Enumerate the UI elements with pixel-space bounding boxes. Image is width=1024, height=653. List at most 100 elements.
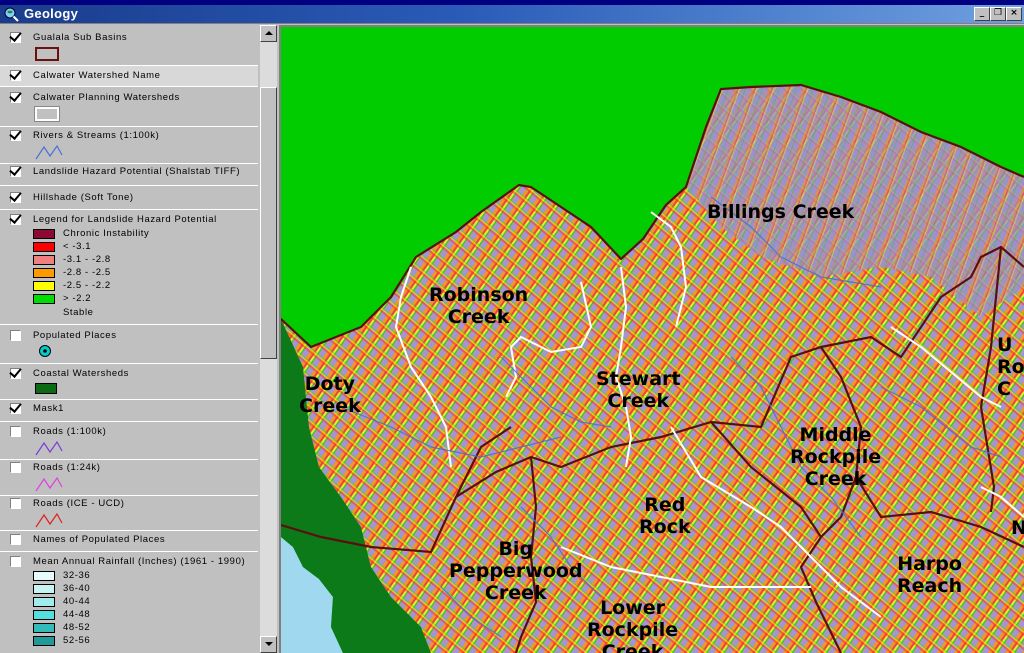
divider [0, 163, 258, 164]
map-label: Stewart Creek [596, 368, 681, 412]
legend-label: -2.5 - -2.2 [63, 280, 111, 291]
legend-label: 48-52 [63, 622, 91, 633]
layer-checkbox[interactable] [10, 32, 21, 43]
window-titlebar[interactable]: Geology _ ❐ × [0, 0, 1024, 24]
layer-checkbox[interactable] [10, 130, 21, 141]
map-label: N [1011, 517, 1024, 539]
line-symbol [35, 512, 63, 528]
legend-label: Stable [63, 307, 94, 318]
legend-label: 32-36 [63, 570, 91, 581]
scroll-thumb[interactable] [260, 87, 277, 359]
point-symbol [39, 345, 51, 357]
layer-label: Legend for Landslide Hazard Potential [33, 214, 217, 225]
legend-swatch [33, 610, 55, 620]
legend-swatch [33, 268, 55, 278]
divider [0, 185, 258, 186]
layer-checkbox[interactable] [10, 214, 21, 225]
layer-label: Calwater Planning Watersheds [33, 92, 180, 103]
legend-label: < -3.1 [63, 241, 92, 252]
line-symbol [35, 476, 63, 492]
divider [0, 209, 258, 210]
legend-label: -2.8 - -2.5 [63, 267, 111, 278]
layer-label: Gualala Sub Basins [33, 32, 128, 43]
line-symbol [35, 144, 63, 160]
scroll-down-button[interactable] [260, 636, 277, 653]
legend-swatch [33, 294, 55, 304]
polygon-outline-symbol [34, 106, 60, 122]
layer-label: Hillshade (Soft Tone) [33, 192, 134, 203]
map-label: Middle Rockpile Creek [790, 424, 882, 490]
layer-label: Rivers & Streams (1:100k) [33, 130, 160, 141]
legend-swatch [33, 623, 55, 633]
divider [0, 86, 258, 87]
divider [0, 126, 258, 127]
layer-list[interactable]: Gualala Sub Basins Calwater Watershed Na… [0, 25, 260, 653]
layer-label: Names of Populated Places [33, 534, 166, 545]
layer-label: Calwater Watershed Name [33, 70, 161, 81]
layer-label: Roads (ICE - UCD) [33, 498, 125, 509]
globe-magnifier-icon [4, 7, 19, 22]
divider [0, 363, 258, 364]
layer-label: Coastal Watersheds [33, 368, 129, 379]
layer-checkbox[interactable] [10, 534, 21, 545]
chevron-up-icon [265, 31, 273, 35]
minimize-button[interactable]: _ [974, 7, 990, 21]
map-label: Harpo Reach [897, 553, 963, 597]
map-label: Red Rock [639, 494, 691, 538]
layer-label: Roads (1:100k) [33, 426, 107, 437]
layer-checkbox[interactable] [10, 166, 21, 177]
layer-label: Mean Annual Rainfall (Inches) (1961 - 19… [33, 556, 246, 567]
window-title: Geology [24, 6, 79, 21]
divider [0, 421, 258, 422]
polygon-outline-symbol [35, 47, 59, 61]
titlebar-border [0, 23, 1024, 24]
chevron-down-icon [265, 642, 273, 646]
map-label: Billings Creek [707, 201, 855, 223]
layer-checkbox[interactable] [10, 403, 21, 414]
map-label: Doty Creek [299, 373, 361, 417]
legend-swatch [33, 229, 55, 239]
close-button[interactable]: × [1006, 7, 1022, 21]
layer-checkbox[interactable] [10, 556, 21, 567]
layer-checkbox[interactable] [10, 426, 21, 437]
legend-label: > -2.2 [63, 293, 92, 304]
layer-label: Roads (1:24k) [33, 462, 101, 473]
legend-label: 36-40 [63, 583, 91, 594]
line-symbol [35, 440, 63, 456]
layer-checkbox[interactable] [10, 70, 21, 81]
divider [0, 459, 258, 460]
divider [0, 551, 258, 552]
legend-swatch [33, 255, 55, 265]
layer-label: Landslide Hazard Potential (Shalstab TIF… [33, 166, 241, 177]
legend-swatch [33, 571, 55, 581]
legend-swatch [33, 636, 55, 646]
restore-button[interactable]: ❐ [990, 7, 1006, 21]
layer-checkbox[interactable] [10, 330, 21, 341]
layer-label: Populated Places [33, 330, 117, 341]
divider [0, 324, 258, 325]
toc-scrollbar[interactable] [260, 25, 277, 653]
layer-checkbox[interactable] [10, 192, 21, 203]
layer-checkbox[interactable] [10, 92, 21, 103]
legend-swatch [33, 584, 55, 594]
scroll-up-button[interactable] [260, 25, 277, 42]
divider [0, 399, 258, 400]
map-label: Lower Rockpile Creek [587, 597, 679, 653]
legend-label: 44-48 [63, 609, 91, 620]
legend-label: 40-44 [63, 596, 91, 607]
layer-checkbox[interactable] [10, 498, 21, 509]
divider [0, 65, 258, 66]
layer-checkbox[interactable] [10, 368, 21, 379]
legend-label: 52-56 [63, 635, 91, 646]
legend-swatch [33, 597, 55, 607]
layer-label: Mask1 [33, 403, 64, 414]
legend-label: -3.1 - -2.8 [63, 254, 111, 265]
divider [0, 530, 258, 531]
map-label: U Ro C [997, 334, 1024, 400]
layer-checkbox[interactable] [10, 462, 21, 473]
polygon-fill-symbol [35, 383, 57, 394]
titlebar-gradient [0, 5, 1024, 23]
map-label: Robinson Creek [429, 284, 529, 328]
divider [0, 495, 258, 496]
map-view[interactable]: Billings Creek Robinson Creek Doty Creek… [281, 27, 1024, 653]
